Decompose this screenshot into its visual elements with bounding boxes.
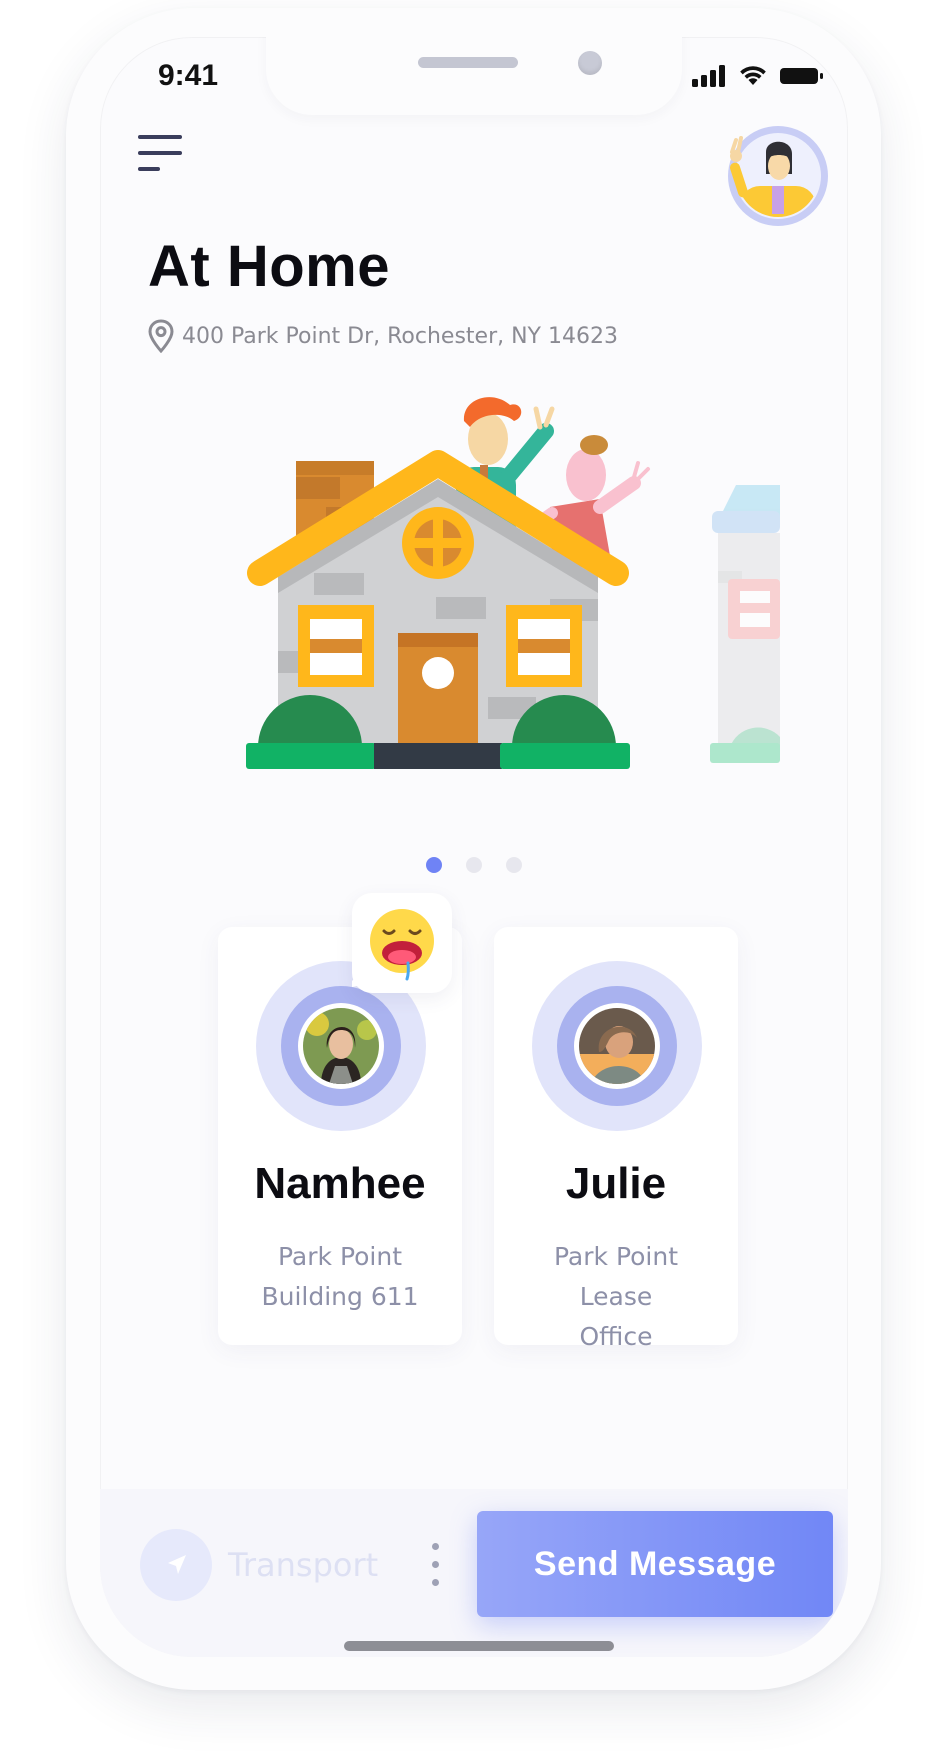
device-notch [266, 37, 682, 115]
status-icons [692, 65, 824, 87]
namhee-photo-icon [303, 1008, 379, 1084]
contact-location: Park Point Lease Office [514, 1237, 718, 1357]
avatar [574, 1003, 660, 1089]
carousel-dots [100, 857, 848, 873]
carousel-dot-3[interactable] [506, 857, 522, 873]
wifi-icon [740, 66, 766, 85]
avatar-ring [532, 961, 702, 1131]
app-screen: 9:41 At Home 400 Park Point Dr, Rocheste… [100, 37, 848, 1657]
profile-avatar[interactable] [726, 124, 830, 228]
send-message-button[interactable]: Send Message [477, 1511, 833, 1617]
bottom-action-bar: Transport Send Message [100, 1489, 848, 1657]
contact-location-line: Park Point [277, 1242, 403, 1271]
speaker-grille [418, 57, 518, 68]
contact-location-line: Office [579, 1322, 653, 1351]
transport-button[interactable] [140, 1529, 212, 1601]
menu-line [138, 135, 182, 139]
navigation-arrow-icon [168, 1555, 186, 1574]
more-options-button[interactable] [432, 1541, 440, 1589]
menu-line [138, 167, 160, 171]
menu-line [138, 151, 182, 155]
battery-icon [780, 68, 823, 84]
carousel-dot-1[interactable] [426, 857, 442, 873]
contact-location-line: Park Point Lease [553, 1242, 679, 1311]
drooling-face-icon [344, 909, 434, 989]
status-time: 9:41 [158, 59, 219, 92]
lawn-left [246, 743, 376, 769]
signal-icon [692, 65, 725, 87]
front-path [374, 743, 502, 769]
reaction-bubble[interactable] [344, 893, 452, 993]
contact-location-line: Building 611 [261, 1282, 419, 1311]
transport-label[interactable]: Transport [228, 1546, 378, 1584]
contact-name: Namhee [254, 1159, 426, 1208]
home-indicator [344, 1641, 614, 1651]
page-title: At Home [148, 234, 390, 299]
front-door [398, 633, 478, 747]
contact-card-julie[interactable]: Julie Park Point Lease Office [494, 927, 738, 1351]
carousel-dot-2[interactable] [466, 857, 482, 873]
menu-button[interactable] [138, 133, 190, 177]
julie-photo-icon [579, 1008, 655, 1084]
contact-name: Julie [565, 1159, 667, 1208]
house-illustration[interactable] [100, 387, 848, 877]
front-camera [578, 51, 602, 75]
next-building-preview [710, 485, 780, 763]
lawn-right [500, 743, 630, 769]
location-pin-icon [148, 319, 174, 353]
address-text: 400 Park Point Dr, Rochester, NY 14623 [182, 323, 618, 349]
contact-location: Park Point Building 611 [238, 1237, 442, 1317]
avatar [298, 1003, 384, 1089]
address-line: 400 Park Point Dr, Rochester, NY 14623 [148, 319, 618, 353]
waving-woman-avatar-icon [728, 126, 828, 226]
